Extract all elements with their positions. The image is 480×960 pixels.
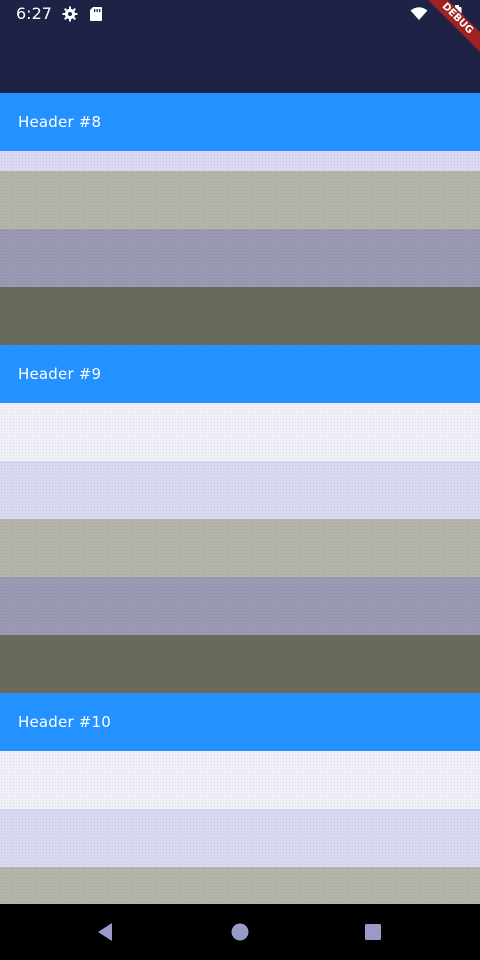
list-item[interactable] [0, 577, 480, 635]
status-bar: 6:27 [0, 0, 480, 28]
list-header: Header #10 [0, 693, 480, 751]
debug-banner: DEBUG [420, 0, 480, 60]
list-header-label: Header #8 [18, 113, 102, 131]
list-item[interactable] [0, 403, 480, 461]
list-item[interactable] [0, 461, 480, 519]
scroll-list[interactable]: Header #8 Header #9 Header #10 [0, 28, 480, 904]
list-header: Header #9 [0, 345, 480, 403]
list-item[interactable] [0, 151, 480, 171]
list-item[interactable] [0, 867, 480, 904]
status-time: 6:27 [16, 4, 52, 23]
home-icon[interactable] [228, 920, 252, 944]
list-item[interactable] [0, 751, 480, 809]
list-header-label: Header #9 [18, 365, 102, 383]
debug-banner-label: DEBUG [420, 0, 480, 56]
list-item[interactable] [0, 519, 480, 577]
navigation-bar [0, 904, 480, 960]
sd-card-icon [88, 6, 104, 22]
list-item[interactable] [0, 287, 480, 345]
app-screen: 6:27 Header #8 Header #9 Header #10 DEBU… [0, 0, 480, 960]
list-item[interactable] [0, 635, 480, 693]
list-item[interactable] [0, 229, 480, 287]
list-header-label: Header #10 [18, 713, 112, 731]
list-item[interactable] [0, 809, 480, 867]
list-item[interactable] [0, 171, 480, 229]
back-icon[interactable] [93, 920, 117, 944]
settings-icon [62, 6, 78, 22]
list-header: Header #8 [0, 93, 480, 151]
recents-icon[interactable] [361, 920, 385, 944]
